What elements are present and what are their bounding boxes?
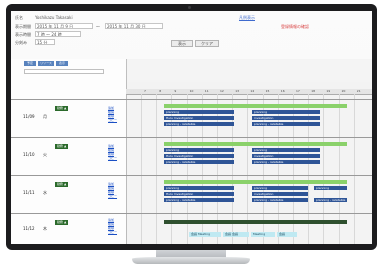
legend-link[interactable]: 凡例表示 (239, 15, 255, 21)
tab-resource[interactable]: リソース (38, 61, 54, 66)
range-separator: ～ (96, 24, 100, 29)
row-date: 11/11 (23, 190, 35, 195)
search-form: 氏名 Yoshikazu Takasaki 表示期間 2015 年 11 月 9… (11, 11, 372, 59)
hour-label: 7 (144, 89, 146, 93)
hour-label: 18 (311, 89, 316, 93)
hour-label: 20 (341, 89, 346, 93)
hour-label: 15 (265, 89, 270, 93)
clear-button[interactable]: クリア (195, 40, 219, 47)
task-block[interactable]: planning (252, 148, 320, 152)
task-block[interactable]: planning - relatable (252, 122, 320, 126)
hour-label: 10 (189, 89, 194, 93)
copy-link[interactable]: コピー (108, 118, 122, 122)
task-block[interactable]: planning - relatable (314, 198, 347, 202)
row-weekday: 火 (43, 152, 47, 157)
schedule-row: 11/09 月 勤務 ▲ 追加 複製 削除 コピー planning plann… (11, 99, 372, 138)
hour-label: 14 (250, 89, 255, 93)
task-block[interactable]: planning - relatable (164, 122, 234, 126)
unit-select[interactable]: 15 分 (35, 39, 55, 45)
row-actions: 追加 複製 削除 コピー (108, 106, 122, 122)
task-block[interactable]: planning - relatable (164, 160, 234, 164)
work-period-bar (164, 180, 347, 184)
hour-label: 13 (235, 89, 240, 93)
row-weekday: 木 (43, 226, 47, 231)
task-block[interactable]: 会議 (277, 232, 297, 237)
task-block[interactable]: investigation (252, 154, 320, 158)
task-block[interactable]: planning - relatable (252, 198, 308, 202)
row-actions: 追加 複製 削除 コピー (108, 218, 122, 234)
task-block[interactable]: investigation (252, 116, 320, 120)
task-block[interactable]: 会議 Meeting (189, 232, 221, 237)
copy-link[interactable]: コピー (108, 194, 122, 198)
schedule-row: 11/10 火 勤務 ▲ 追加 複製 削除 コピー planning plann… (11, 137, 372, 176)
status-badge[interactable]: 勤務 ▲ (55, 182, 69, 187)
hour-label: 17 (296, 89, 300, 93)
status-badge[interactable]: 勤務 ▲ (55, 220, 69, 225)
work-period-bar (164, 142, 347, 146)
date-to-input[interactable]: 2015 年 11 月 30 日 (105, 23, 163, 29)
work-period-bar (164, 220, 347, 224)
row-weekday: 水 (43, 190, 47, 195)
schedule-row: 11/11 水 勤務 ▲ 追加 複製 削除 コピー planning plann… (11, 175, 372, 214)
tab-display[interactable]: 表示 (56, 61, 68, 66)
camera-dot (188, 6, 191, 9)
registration-link[interactable]: 登録情報の確認 (281, 24, 309, 30)
row-date: 11/09 (23, 114, 35, 119)
task-block[interactable]: planning (252, 110, 320, 114)
hour-label: 16 (280, 89, 285, 93)
task-block[interactable]: planning (164, 110, 234, 114)
display-button[interactable]: 表示 (171, 40, 193, 47)
monitor-stand-foot (132, 257, 250, 264)
task-block[interactable]: Hulu Investigation (164, 192, 234, 196)
task-block[interactable]: planning (314, 186, 347, 190)
task-block[interactable]: investigation (252, 192, 308, 196)
task-block[interactable]: Hulu Investigation (164, 116, 234, 120)
task-block[interactable]: planning - relatable (252, 160, 320, 164)
hour-header: 7 8 9 10 11 12 13 14 15 16 17 18 19 20 21 (126, 89, 372, 95)
date-from-input[interactable]: 2015 年 11 月 9 日 (35, 23, 93, 29)
status-badge[interactable]: 勤務 ▲ (55, 106, 69, 111)
screen: 氏名 Yoshikazu Takasaki 表示期間 2015 年 11 月 9… (11, 11, 372, 244)
row-actions: 追加 複製 削除 コピー (108, 144, 122, 160)
task-block[interactable]: planning - relatable (164, 198, 234, 202)
row-date: 11/12 (23, 226, 35, 231)
task-block[interactable]: planning (164, 148, 234, 152)
time-range-input[interactable]: 7 時 ～ 24 時 (35, 31, 81, 37)
row-date: 11/10 (23, 152, 35, 157)
hour-label: 8 (159, 89, 162, 93)
hour-label: 12 (220, 89, 224, 93)
work-period-bar (164, 104, 347, 108)
task-block[interactable]: Meeting (251, 232, 275, 237)
unit-label: 分刻み (15, 40, 27, 45)
name-label: 氏名 (15, 15, 23, 20)
name-value: Yoshikazu Takasaki (35, 15, 73, 20)
row-weekday: 月 (43, 114, 47, 119)
filter-input[interactable] (24, 69, 104, 74)
time-range-label: 表示時間 (15, 32, 31, 37)
hour-label: 19 (326, 89, 331, 93)
copy-link[interactable]: コピー (108, 230, 122, 234)
task-block[interactable]: Hulu Investigation (164, 154, 234, 158)
date-range-label: 表示期間 (15, 24, 31, 29)
status-badge[interactable]: 勤務 ▲ (55, 144, 69, 149)
hour-label: 9 (174, 89, 177, 93)
row-actions: 追加 複製 削除 コピー (108, 182, 122, 198)
hour-label: 21 (356, 89, 361, 93)
task-block[interactable]: planning (164, 186, 234, 190)
task-block[interactable]: 会議 会議 (223, 232, 249, 237)
schedule-row: 11/12 木 勤務 ▲ 追加 複製 削除 コピー 会議 Meeting 会議 … (11, 213, 372, 244)
hour-label: 11 (204, 89, 209, 93)
copy-link[interactable]: コピー (108, 156, 122, 160)
task-block[interactable]: planning (252, 186, 308, 190)
tab-schedule[interactable]: 予定 (24, 61, 36, 66)
